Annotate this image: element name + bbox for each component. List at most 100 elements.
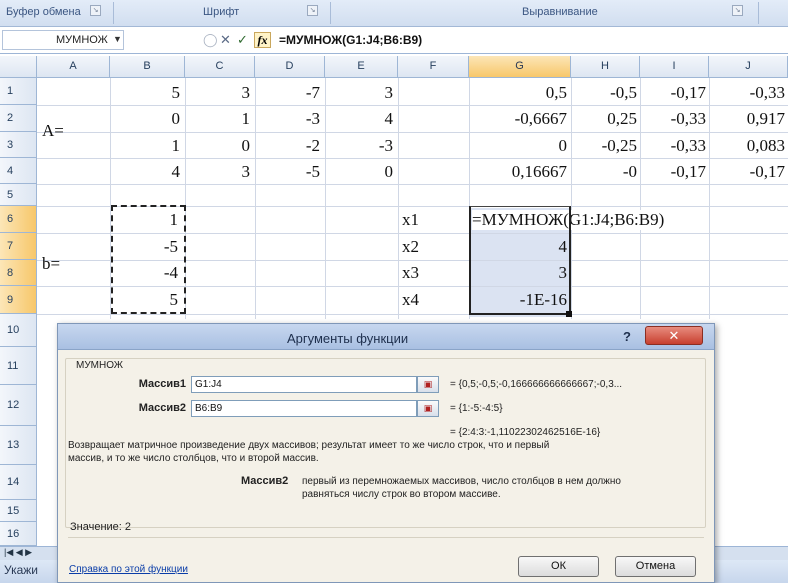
row-header-6[interactable]: 6: [0, 206, 37, 233]
alignment-launcher-icon[interactable]: ↘: [732, 5, 743, 16]
row-header-15[interactable]: 15: [0, 500, 37, 522]
clipboard-launcher-icon[interactable]: ↘: [90, 5, 101, 16]
row-header-11[interactable]: 11: [0, 347, 37, 385]
row-header-9[interactable]: 9: [0, 286, 37, 314]
dialog-close-button[interactable]: ✕: [645, 326, 703, 345]
ribbon-group-alignment[interactable]: Выравнивание: [522, 6, 598, 18]
cancel-formula-icon[interactable]: ✕: [220, 32, 231, 48]
cell-b4[interactable]: 4: [110, 162, 181, 182]
function-help-link[interactable]: Справка по этой функции: [69, 564, 188, 575]
label-matrix-a[interactable]: A=: [42, 121, 64, 141]
row-header-1[interactable]: 1: [0, 78, 37, 105]
column-header-a[interactable]: A: [37, 56, 110, 78]
cell-d3[interactable]: -2: [255, 136, 320, 156]
cell-d4[interactable]: -5: [255, 162, 320, 182]
cell-j3[interactable]: 0,083: [709, 136, 785, 156]
arg2-result: = {1:-5:-4:5}: [450, 403, 503, 414]
cell-c3[interactable]: 0: [185, 136, 251, 156]
cell-j1[interactable]: -0,33: [709, 83, 785, 103]
select-all-corner[interactable]: [0, 56, 37, 78]
cell-f7[interactable]: x2: [402, 237, 419, 257]
cell-i2[interactable]: -0,33: [640, 109, 706, 129]
cell-e1[interactable]: 3: [325, 83, 394, 103]
row-header-13[interactable]: 13: [0, 426, 37, 465]
column-header-h[interactable]: H: [571, 56, 640, 78]
cell-i4[interactable]: -0,17: [640, 162, 706, 182]
cell-j4[interactable]: -0,17: [709, 162, 785, 182]
value-label: Значение: 2: [70, 521, 132, 533]
cell-b2[interactable]: 0: [110, 109, 181, 129]
cell-e4[interactable]: 0: [325, 162, 394, 182]
fill-handle[interactable]: [566, 311, 572, 317]
dialog-titlebar[interactable]: Аргументы функции ? ✕: [58, 324, 714, 350]
row-header-5[interactable]: 5: [0, 184, 37, 206]
cell-b1[interactable]: 5: [110, 83, 181, 103]
cell-b6[interactable]: 1: [110, 210, 179, 230]
ribbon-group-font[interactable]: Шрифт: [203, 6, 239, 18]
row-header-14[interactable]: 14: [0, 465, 37, 500]
cell-c1[interactable]: 3: [185, 83, 251, 103]
name-box-value: МУМНОЖ: [56, 34, 108, 46]
arg2-input[interactable]: B6:B9: [191, 400, 417, 417]
ok-button[interactable]: ОК: [518, 556, 599, 577]
cell-e3[interactable]: -3: [325, 136, 393, 156]
column-header-i[interactable]: I: [640, 56, 709, 78]
cell-g1[interactable]: 0,5: [469, 83, 567, 103]
cell-c2[interactable]: 1: [185, 109, 251, 129]
name-box-dropdown-icon[interactable]: ▼: [113, 34, 122, 44]
cell-b7[interactable]: -5: [110, 237, 178, 257]
cell-d2[interactable]: -3: [255, 109, 320, 129]
arg2-collapse-icon[interactable]: ▣: [417, 400, 439, 417]
arg1-result: = {0,5;-0,5;-0,166666666666667;-0,3...: [450, 379, 623, 390]
column-header-f[interactable]: F: [398, 56, 469, 78]
cell-h4[interactable]: -0: [571, 162, 637, 182]
column-header-j[interactable]: J: [709, 56, 788, 78]
cancel-button[interactable]: Отмена: [615, 556, 696, 577]
row-header-7[interactable]: 7: [0, 233, 37, 260]
column-header-d[interactable]: D: [255, 56, 325, 78]
column-header-g[interactable]: G: [469, 56, 571, 78]
cell-g2[interactable]: -0,6667: [469, 109, 567, 129]
cell-f9[interactable]: x4: [402, 290, 419, 310]
column-header-b[interactable]: B: [110, 56, 185, 78]
column-header-e[interactable]: E: [325, 56, 398, 78]
formula-bar: МУМНОЖ ▼ ◯ ✕ ✓ fx =МУМНОЖ(G1:J4;B6:B9): [0, 27, 788, 54]
label-vector-b[interactable]: b=: [42, 254, 60, 274]
row-header-3[interactable]: 3: [0, 132, 37, 158]
arg-help-line-1: первый из перемножаемых массивов, число …: [302, 476, 621, 487]
row-header-16[interactable]: 16: [0, 522, 37, 546]
formula-text[interactable]: =МУМНОЖ(G1:J4;B6:B9): [279, 33, 422, 47]
ribbon-group-clipboard[interactable]: Буфер обмена: [6, 6, 81, 18]
cell-h3[interactable]: -0,25: [571, 136, 637, 156]
insert-function-icon[interactable]: fx: [254, 32, 271, 48]
arg1-input[interactable]: G1:J4: [191, 376, 417, 393]
cell-h1[interactable]: -0,5: [571, 83, 637, 103]
cell-h2[interactable]: 0,25: [571, 109, 637, 129]
enter-formula-icon[interactable]: ✓: [237, 32, 248, 48]
row-header-10[interactable]: 10: [0, 314, 37, 347]
cell-f6[interactable]: x1: [402, 210, 419, 230]
column-header-c[interactable]: C: [185, 56, 255, 78]
cell-f8[interactable]: x3: [402, 263, 419, 283]
row-header-12[interactable]: 12: [0, 385, 37, 426]
cell-j2[interactable]: 0,917: [709, 109, 785, 129]
cell-b8[interactable]: -4: [110, 263, 178, 283]
dialog-help-icon[interactable]: ?: [623, 329, 631, 344]
sheet-nav-icon[interactable]: |◀ ◀ ▶: [4, 547, 32, 558]
cell-i1[interactable]: -0,17: [640, 83, 706, 103]
cell-b9[interactable]: 5: [110, 290, 179, 310]
cell-g3[interactable]: 0: [469, 136, 568, 156]
arg1-collapse-icon[interactable]: ▣: [417, 376, 439, 393]
cell-c4[interactable]: 3: [185, 162, 251, 182]
cell-e2[interactable]: 4: [325, 109, 394, 129]
row-header-2[interactable]: 2: [0, 105, 37, 132]
row-header-8[interactable]: 8: [0, 260, 37, 286]
font-launcher-icon[interactable]: ↘: [307, 5, 318, 16]
cell-i3[interactable]: -0,33: [640, 136, 706, 156]
cell-b3[interactable]: 1: [110, 136, 181, 156]
description-line-1: Возвращает матричное произведение двух м…: [68, 440, 550, 451]
name-box[interactable]: МУМНОЖ: [2, 30, 124, 50]
cell-g4[interactable]: 0,16667: [469, 162, 567, 182]
row-header-4[interactable]: 4: [0, 158, 37, 184]
cell-d1[interactable]: -7: [255, 83, 320, 103]
